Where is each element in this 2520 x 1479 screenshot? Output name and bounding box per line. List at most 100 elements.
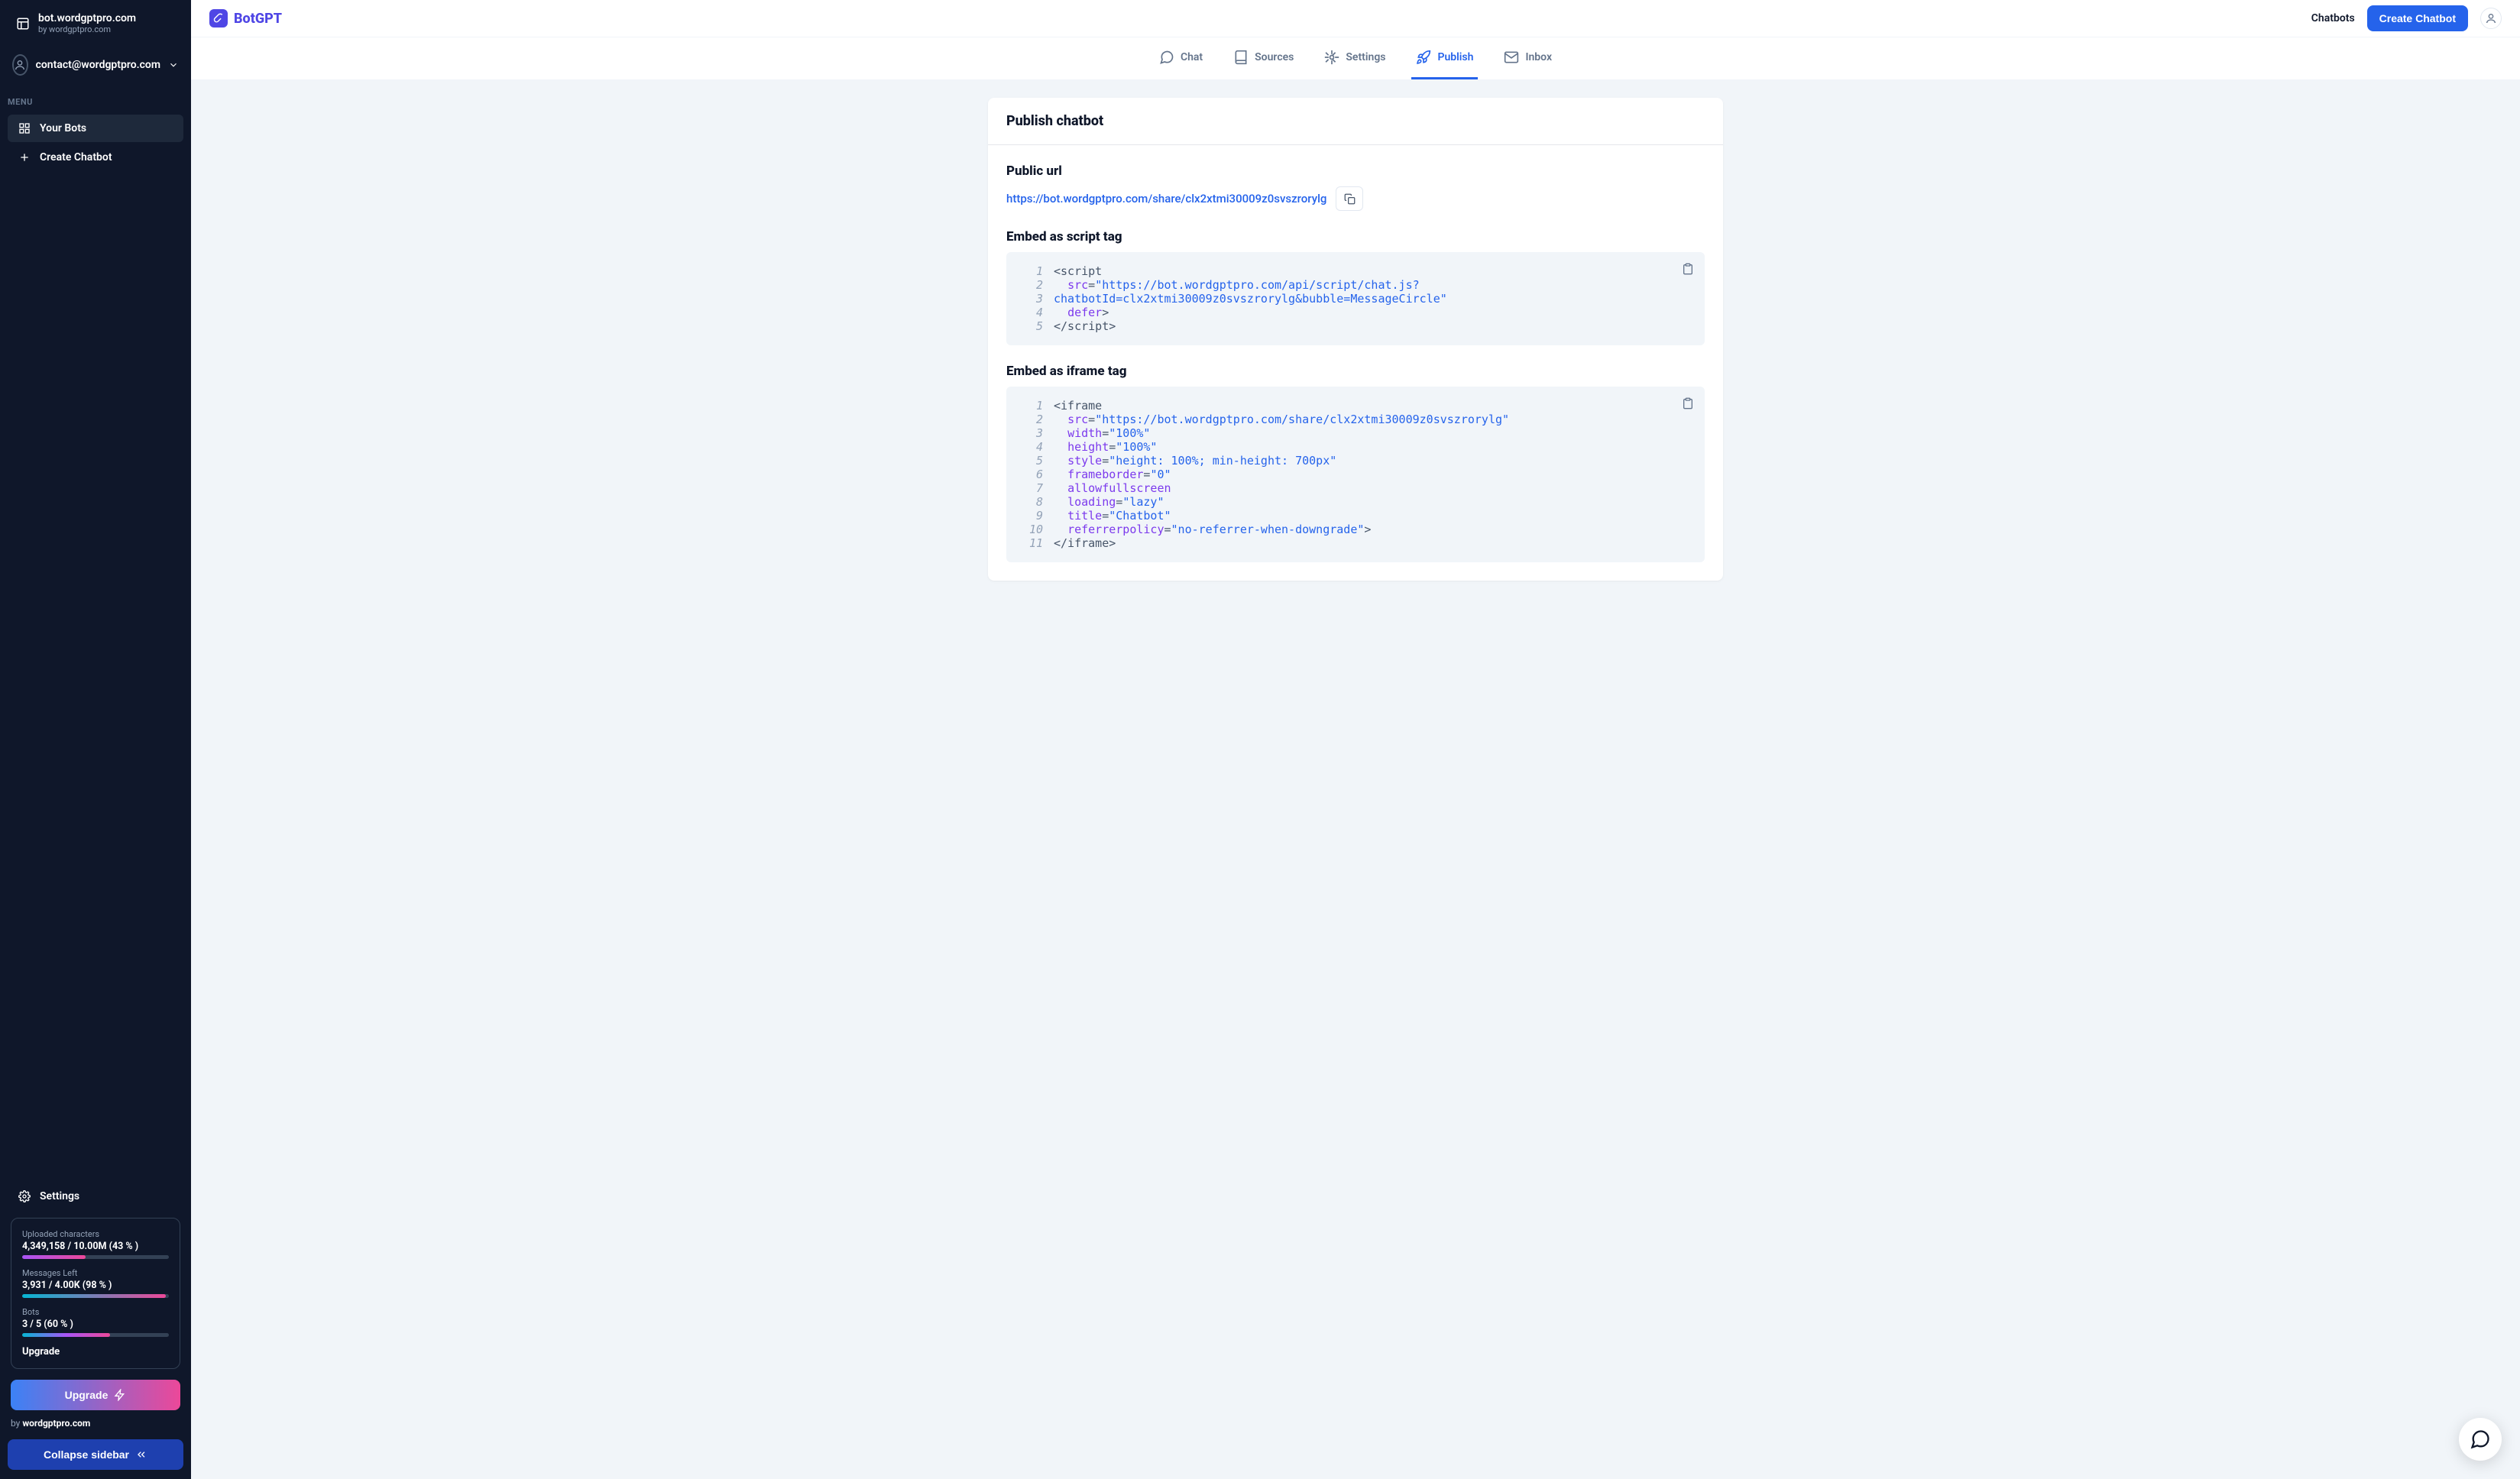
code-content: chatbotId=clx2xtmi30009z0svszrorylg&bubb… [1054, 292, 1447, 306]
iframe-code-block: 1<iframe2 src="https://bot.wordgptpro.co… [1006, 387, 1705, 562]
code-content: height="100%" [1054, 440, 1157, 454]
mail-icon [1504, 50, 1519, 65]
code-content: referrerpolicy="no-referrer-when-downgra… [1054, 523, 1371, 536]
progress-bar [22, 1294, 166, 1298]
code-line: 4 defer> [1020, 306, 1691, 319]
iframe-embed-section: Embed as iframe tag 1<iframe2 src="https… [1006, 364, 1705, 562]
chat-icon [1159, 50, 1174, 65]
publish-card: Publish chatbot Public url https://bot.w… [988, 98, 1723, 581]
user-menu[interactable]: contact@wordgptpro.com [0, 47, 191, 83]
stat-uploaded: Uploaded characters 4,349,158 / 10.00M (… [22, 1229, 169, 1259]
chat-widget-button[interactable] [2459, 1418, 2502, 1461]
menu-item-label: Your Bots [40, 122, 86, 134]
menu-item-your-bots[interactable]: Your Bots [8, 115, 183, 142]
line-number: 1 [1020, 264, 1043, 278]
code-line: 7 allowfullscreen [1020, 481, 1691, 495]
tab-chat[interactable]: Chat [1155, 37, 1207, 79]
code-line: 3 width="100%" [1020, 426, 1691, 440]
usage-stats: Uploaded characters 4,349,158 / 10.00M (… [11, 1218, 180, 1369]
progress-bar [22, 1255, 86, 1259]
code-content: loading="lazy" [1054, 495, 1164, 509]
bolt-icon [114, 1389, 126, 1401]
code-lines: 1<iframe2 src="https://bot.wordgptpro.co… [1020, 399, 1691, 550]
code-line: 2 src="https://bot.wordgptpro.com/api/sc… [1020, 278, 1691, 292]
section-heading: Public url [1006, 163, 1705, 179]
menu-item-create-chatbot[interactable]: Create Chatbot [8, 144, 183, 171]
create-chatbot-button[interactable]: Create Chatbot [2367, 5, 2468, 31]
code-line: 1 <script [1020, 264, 1691, 278]
progress-bar [22, 1333, 110, 1337]
line-number: 11 [1020, 536, 1043, 550]
upgrade-link[interactable]: Upgrade [22, 1346, 169, 1358]
main: BotGPT Chatbots Create Chatbot Chat Sour… [191, 0, 2520, 1479]
stat-messages: Messages Left 3,931 / 4.00K (98 % ) [22, 1268, 169, 1298]
collapse-sidebar-button[interactable]: Collapse sidebar [8, 1439, 183, 1470]
code-content: src="https://bot.wordgptpro.com/api/scri… [1054, 278, 1420, 292]
line-number: 9 [1020, 509, 1043, 523]
gear-icon [18, 1190, 31, 1202]
tab-settings[interactable]: Settings [1320, 37, 1390, 79]
copy-icon [1344, 193, 1356, 205]
rocket-icon [1416, 50, 1431, 65]
sidebar-header: bot.wordgptpro.com by wordgptpro.com [0, 0, 191, 47]
chevrons-left-icon [135, 1448, 147, 1461]
menu-item-label: Settings [40, 1190, 79, 1202]
public-url-section: Public url https://bot.wordgptpro.com/sh… [1006, 163, 1705, 211]
code-line: 9 title="Chatbot" [1020, 509, 1691, 523]
copy-code-button[interactable] [1682, 397, 1694, 409]
code-line: 8 loading="lazy" [1020, 495, 1691, 509]
card-header: Publish chatbot [988, 98, 1723, 145]
tab-inbox[interactable]: Inbox [1499, 37, 1556, 79]
line-number: 8 [1020, 495, 1043, 509]
public-url-link[interactable]: https://bot.wordgptpro.com/share/clx2xtm… [1006, 192, 1326, 206]
byline: by wordgptpro.com [0, 1418, 191, 1436]
grid-icon [18, 122, 31, 134]
code-content: <script [1054, 264, 1102, 278]
line-number: 4 [1020, 440, 1043, 454]
upgrade-button[interactable]: Upgrade [11, 1380, 180, 1410]
code-content: allowfullscreen [1054, 481, 1171, 495]
code-line: 6 frameborder="0" [1020, 468, 1691, 481]
site-subtitle: by wordgptpro.com [38, 24, 136, 34]
copy-code-button[interactable] [1682, 263, 1694, 275]
code-line: 3 chatbotId=clx2xtmi30009z0svszrorylg&bub… [1020, 292, 1691, 306]
gear-icon [1324, 50, 1339, 65]
code-content: defer> [1054, 306, 1109, 319]
page-title: Publish chatbot [1006, 113, 1705, 129]
tab-sources[interactable]: Sources [1229, 37, 1298, 79]
copy-url-button[interactable] [1336, 186, 1363, 211]
code-line: 10 referrerpolicy="no-referrer-when-down… [1020, 523, 1691, 536]
line-number: 3 [1020, 292, 1043, 306]
menu-item-label: Create Chatbot [40, 151, 112, 163]
code-content: frameborder="0" [1054, 468, 1171, 481]
code-content: </script> [1054, 319, 1116, 333]
code-content: width="100%" [1054, 426, 1150, 440]
code-line: 4 height="100%" [1020, 440, 1691, 454]
line-number: 1 [1020, 399, 1043, 413]
chevron-down-icon [168, 60, 179, 70]
topbar: BotGPT Chatbots Create Chatbot [191, 0, 2520, 37]
clipboard-icon [1682, 263, 1694, 275]
message-circle-icon [2470, 1429, 2491, 1450]
tab-publish[interactable]: Publish [1411, 37, 1478, 79]
code-line: 2 src="https://bot.wordgptpro.com/share/… [1020, 413, 1691, 426]
code-line: 1<iframe [1020, 399, 1691, 413]
menu-item-settings[interactable]: Settings [8, 1183, 183, 1210]
user-menu-button[interactable] [2480, 8, 2502, 29]
code-content: style="height: 100%; min-height: 700px" [1054, 454, 1336, 468]
plus-icon [18, 151, 31, 163]
content: Publish chatbot Public url https://bot.w… [970, 79, 1741, 599]
user-email: contact@wordgptpro.com [36, 59, 160, 71]
window-icon [15, 16, 31, 31]
nav-chatbots[interactable]: Chatbots [2311, 12, 2355, 24]
brand-logo-icon [209, 9, 228, 28]
brand[interactable]: BotGPT [209, 9, 282, 28]
code-content: title="Chatbot" [1054, 509, 1171, 523]
line-number: 3 [1020, 426, 1043, 440]
user-avatar-icon [12, 54, 28, 76]
line-number: 2 [1020, 413, 1043, 426]
menu-list: Your Bots Create Chatbot [0, 115, 191, 171]
menu-section-label: MENU [0, 83, 191, 115]
line-number: 5 [1020, 319, 1043, 333]
line-number: 2 [1020, 278, 1043, 292]
